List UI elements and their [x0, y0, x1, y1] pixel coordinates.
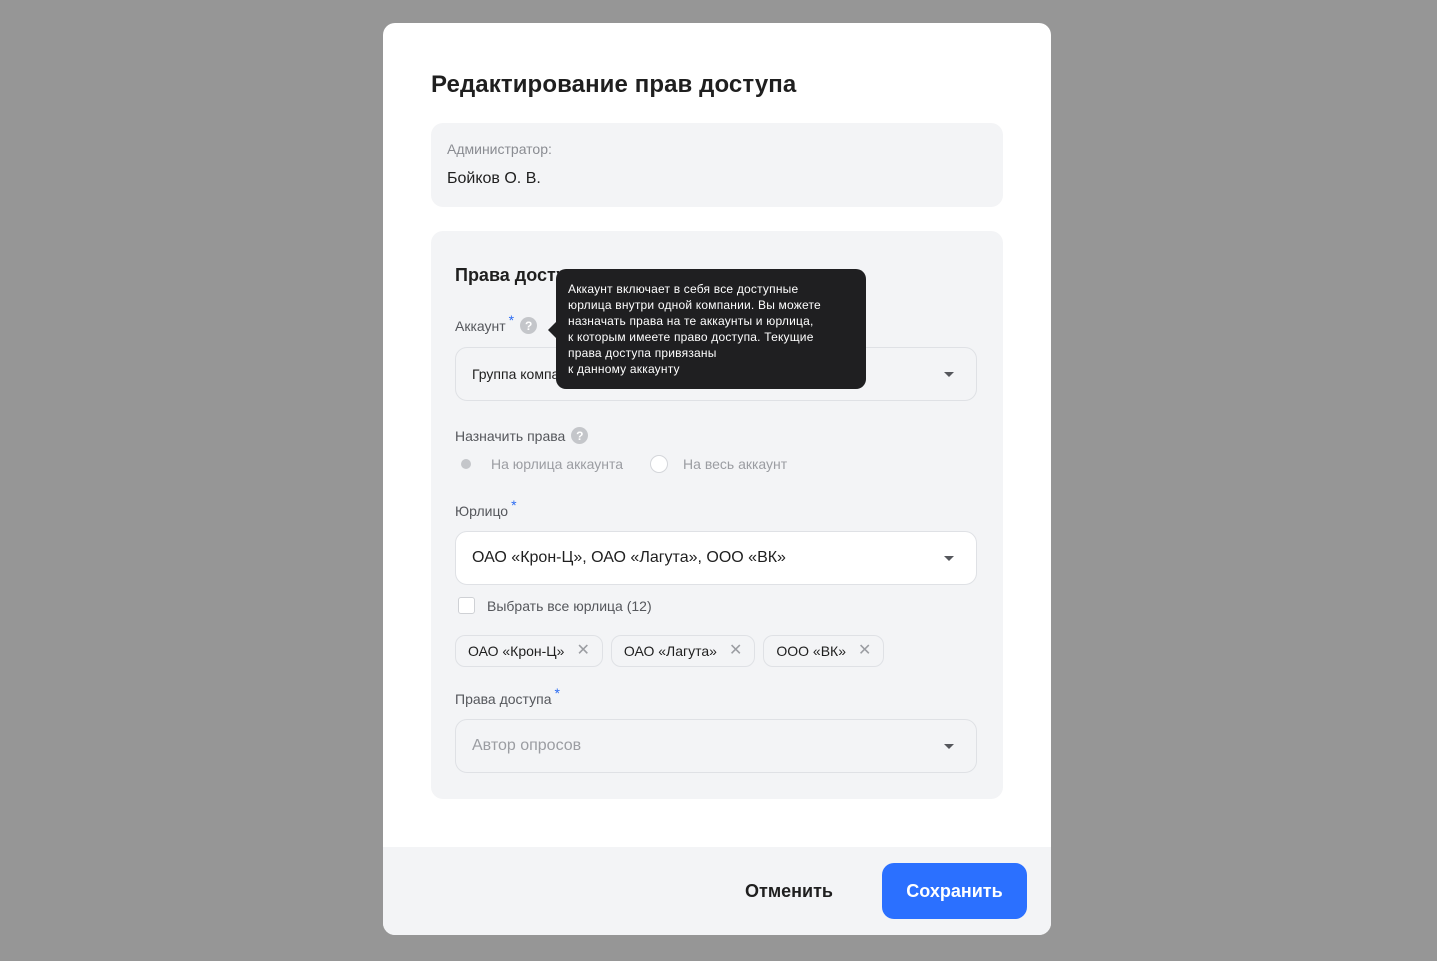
chip: ООО «ВК» ✕	[763, 635, 885, 667]
tooltip-line: Аккаунт включает в себя все доступные	[568, 282, 799, 296]
chevron-down-icon	[944, 556, 954, 561]
tooltip-line: назначать права на те аккаунты и юрлица,	[568, 314, 814, 328]
tooltip-line: к данному аккаунту	[568, 362, 680, 376]
chip-label: ОАО «Лагута»	[623, 643, 717, 659]
account-label: Аккаунт	[455, 317, 506, 334]
tooltip-line: к которым имеете право доступа. Текущие	[568, 330, 814, 344]
chip-label: ООО «ВК»	[776, 643, 846, 659]
radio-legal-entities[interactable]	[461, 459, 471, 469]
required-mark: *	[508, 311, 515, 328]
select-all-row[interactable]: Выбрать все юрлица (12)	[458, 597, 652, 614]
admin-label: Администратор:	[447, 141, 552, 157]
chevron-down-icon	[944, 372, 954, 377]
save-button[interactable]: Сохранить	[882, 863, 1027, 919]
radio-legal-entities-label[interactable]: На юрлица аккаунта	[491, 456, 623, 472]
assign-label-row: Назначить права ?	[455, 427, 589, 444]
help-icon[interactable]: ?	[520, 317, 538, 334]
account-tooltip: Аккаунт включает в себя все доступные юр…	[548, 269, 866, 389]
legal-entity-select-value: ОАО «Крон-Ц», ОАО «Лагута», ООО «ВК»	[472, 549, 786, 566]
access-select[interactable]: Автор опросов	[455, 719, 977, 773]
tooltip-line: права доступа привязаны	[568, 346, 717, 360]
required-mark: *	[511, 497, 517, 513]
access-label: Права доступа	[455, 691, 552, 707]
help-icon[interactable]: ?	[571, 427, 589, 444]
cancel-button[interactable]: Отменить	[722, 863, 856, 919]
chip-label: ОАО «Крон-Ц»	[468, 643, 565, 659]
close-icon[interactable]: ✕	[729, 643, 742, 659]
admin-card: Администратор: Бойков О. В.	[431, 123, 1003, 207]
select-all-checkbox[interactable]	[458, 597, 475, 614]
modal-footer: Отменить Сохранить	[383, 847, 1051, 935]
assign-radio-group: На юрлица аккаунта На весь аккаунт	[455, 455, 787, 473]
chip: ОАО «Крон-Ц» ✕	[455, 635, 603, 667]
radio-whole-account-label[interactable]: На весь аккаунт	[683, 456, 787, 472]
close-icon[interactable]: ✕	[576, 643, 589, 659]
admin-value: Бойков О. В.	[447, 170, 541, 187]
edit-rights-modal: Редактирование прав доступа Администрато…	[383, 23, 1051, 935]
chevron-down-icon	[944, 744, 954, 749]
required-mark: *	[554, 685, 560, 701]
assign-label: Назначить права	[455, 427, 566, 444]
modal-title: Редактирование прав доступа	[431, 71, 797, 98]
access-label-row: Права доступа *	[455, 685, 560, 707]
select-all-label[interactable]: Выбрать все юрлица (12)	[487, 598, 652, 614]
access-select-placeholder: Автор опросов	[472, 737, 582, 754]
account-label-row: Аккаунт * ?	[455, 312, 538, 334]
tooltip-line: юрлица внутри одной компании. Вы можете	[568, 298, 821, 312]
close-icon[interactable]: ✕	[858, 643, 871, 659]
legal-entity-chips: ОАО «Крон-Ц» ✕ ОАО «Лагута» ✕ ООО «ВК» ✕	[455, 635, 892, 667]
legal-entity-select[interactable]: ОАО «Крон-Ц», ОАО «Лагута», ООО «ВК»	[455, 531, 977, 585]
legal-entity-label-row: Юрлицо *	[455, 497, 517, 519]
chip: ОАО «Лагута» ✕	[610, 635, 756, 667]
legal-entity-label: Юрлицо	[455, 503, 509, 519]
radio-whole-account[interactable]	[650, 455, 669, 473]
